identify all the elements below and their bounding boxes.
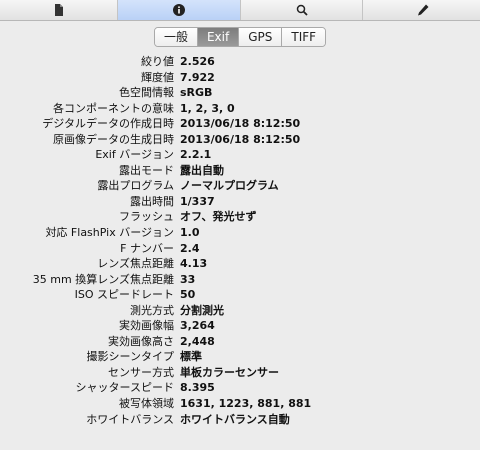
property-value: オフ、発光せず bbox=[180, 210, 257, 224]
segmented-control: 一般 Exif GPS TIFF bbox=[153, 27, 327, 47]
info-icon bbox=[173, 4, 185, 16]
more-info-button[interactable] bbox=[118, 0, 241, 20]
exif-property-list: 絞り値 2.526 輝度値 7.922 色空間情報 sRGB 各コンポーネントの意味 1, 2… bbox=[0, 54, 480, 427]
property-row: F ナンバー 2.4 bbox=[0, 241, 480, 257]
inspector-toolbar bbox=[0, 0, 480, 21]
property-value: sRGB bbox=[180, 86, 213, 100]
property-value: 7.922 bbox=[180, 70, 215, 84]
tab-exif[interactable]: Exif bbox=[197, 28, 240, 46]
document-icon bbox=[54, 4, 63, 16]
property-label: レンズ焦点距離 bbox=[97, 257, 174, 271]
property-label: 露出プログラム bbox=[97, 179, 174, 193]
property-label: ホワイトバランス bbox=[86, 412, 174, 426]
annotations-button[interactable] bbox=[363, 0, 480, 20]
property-row: 露出時間 1/337 bbox=[0, 194, 480, 210]
property-row: ISO スピードレート 50 bbox=[0, 287, 480, 303]
search-icon bbox=[296, 4, 308, 16]
property-label: 原画像データの生成日時 bbox=[53, 132, 174, 146]
property-label: 絞り値 bbox=[141, 55, 174, 68]
property-label: 色空間情報 bbox=[119, 86, 174, 100]
property-value: 1, 2, 3, 0 bbox=[180, 101, 235, 115]
property-value: 8.395 bbox=[180, 381, 215, 395]
property-label: Exif バージョン bbox=[95, 148, 174, 162]
property-value: 2.526 bbox=[180, 55, 215, 68]
general-info-button[interactable] bbox=[0, 0, 118, 20]
property-value: 2.2.1 bbox=[180, 148, 212, 162]
property-row: Exif バージョン 2.2.1 bbox=[0, 147, 480, 163]
property-label: 実効画像高さ bbox=[108, 334, 174, 348]
tab-general[interactable]: 一般 bbox=[154, 28, 198, 46]
property-label: 実効画像幅 bbox=[119, 319, 174, 333]
property-value: 標準 bbox=[180, 350, 202, 364]
property-value: 4.13 bbox=[180, 257, 208, 271]
property-label: ISO スピードレート bbox=[74, 288, 174, 302]
property-label: センサー方式 bbox=[108, 365, 174, 379]
property-row: 原画像データの生成日時 2013/06/18 8:12:50 bbox=[0, 132, 480, 148]
property-value: 33 bbox=[180, 272, 196, 286]
property-value: 2.4 bbox=[180, 241, 200, 255]
property-row: ホワイトバランス ホワイトバランス自動 bbox=[0, 412, 480, 428]
property-row: 露出モード 露出自動 bbox=[0, 163, 480, 179]
property-value: ノーマルプログラム bbox=[180, 179, 279, 193]
property-label: 輝度値 bbox=[141, 70, 174, 84]
property-value: 1631, 1223, 881, 881 bbox=[180, 397, 312, 411]
tab-tiff[interactable]: TIFF bbox=[282, 28, 326, 46]
property-row: 35 mm 換算レンズ焦点距離 33 bbox=[0, 272, 480, 288]
property-label: 対応 FlashPix バージョン bbox=[45, 226, 174, 240]
property-label: フラッシュ bbox=[119, 210, 174, 224]
property-row: フラッシュ オフ、発光せず bbox=[0, 209, 480, 225]
property-row: 対応 FlashPix バージョン 1.0 bbox=[0, 225, 480, 241]
property-row: 露出プログラム ノーマルプログラム bbox=[0, 178, 480, 194]
info-tabs: 一般 Exif GPS TIFF bbox=[0, 27, 480, 47]
property-value: 単板カラーセンサー bbox=[180, 365, 279, 379]
property-label: シャッタースピード bbox=[75, 381, 174, 395]
property-row: 実効画像幅 3,264 bbox=[0, 318, 480, 334]
property-row: 輝度値 7.922 bbox=[0, 70, 480, 86]
property-value: 露出自動 bbox=[180, 163, 224, 177]
pen-icon bbox=[418, 4, 429, 16]
property-value: 2,448 bbox=[180, 334, 215, 348]
property-value: 1.0 bbox=[180, 226, 200, 240]
property-value: ホワイトバランス自動 bbox=[180, 412, 290, 426]
property-row: センサー方式 単板カラーセンサー bbox=[0, 365, 480, 381]
property-value: 2013/06/18 8:12:50 bbox=[180, 117, 301, 131]
keywords-button[interactable] bbox=[241, 0, 363, 20]
property-label: 各コンポーネントの意味 bbox=[53, 101, 174, 115]
property-label: 被写体領域 bbox=[119, 397, 174, 411]
property-label: 35 mm 換算レンズ焦点距離 bbox=[32, 272, 174, 286]
property-label: F ナンバー bbox=[120, 241, 174, 255]
property-row: 色空間情報 sRGB bbox=[0, 85, 480, 101]
property-row: 実効画像高さ 2,448 bbox=[0, 334, 480, 350]
tab-gps[interactable]: GPS bbox=[239, 28, 283, 46]
property-row: 撮影シーンタイプ 標準 bbox=[0, 349, 480, 365]
property-row: 被写体領域 1631, 1223, 881, 881 bbox=[0, 396, 480, 412]
property-label: デジタルデータの作成日時 bbox=[42, 117, 174, 131]
property-row: 測光方式 分割測光 bbox=[0, 303, 480, 319]
property-row: レンズ焦点距離 4.13 bbox=[0, 256, 480, 272]
property-value: 1/337 bbox=[180, 194, 215, 208]
property-label: 撮影シーンタイプ bbox=[86, 350, 174, 364]
property-label: 露出モード bbox=[119, 163, 174, 177]
property-label: 露出時間 bbox=[130, 194, 174, 208]
property-row: 各コンポーネントの意味 1, 2, 3, 0 bbox=[0, 101, 480, 117]
property-row: シャッタースピード 8.395 bbox=[0, 380, 480, 396]
property-value: 50 bbox=[180, 288, 196, 302]
property-value: 3,264 bbox=[180, 319, 215, 333]
property-value: 2013/06/18 8:12:50 bbox=[180, 132, 301, 146]
property-row: デジタルデータの作成日時 2013/06/18 8:12:50 bbox=[0, 116, 480, 132]
property-row: 絞り値 2.526 bbox=[0, 54, 480, 70]
property-label: 測光方式 bbox=[130, 303, 174, 317]
property-value: 分割測光 bbox=[180, 303, 224, 317]
